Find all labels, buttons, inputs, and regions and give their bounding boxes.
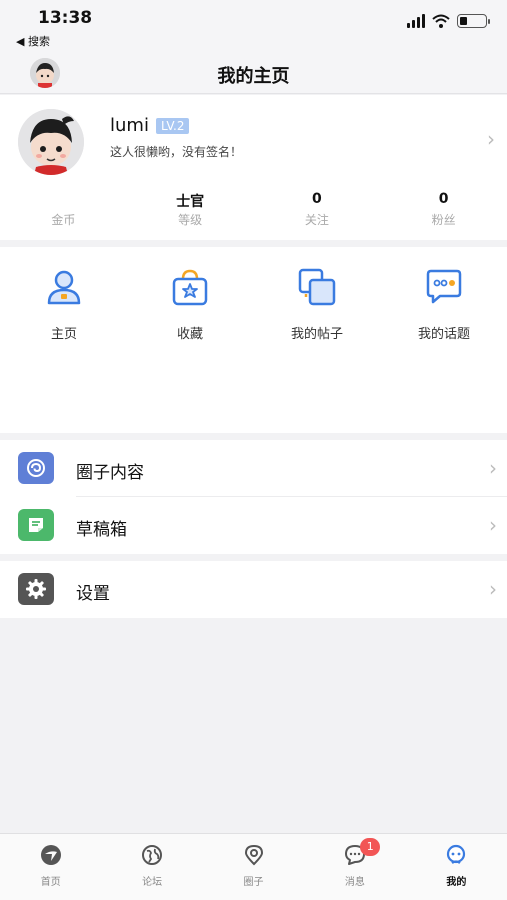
quick-label: 主页 — [50, 327, 77, 342]
menu-item-circle-content[interactable]: 圈子内容 › — [0, 440, 507, 497]
globe-icon — [142, 845, 163, 865]
gear-icon — [18, 573, 54, 605]
tab-label: 圈子 — [243, 877, 264, 888]
profile-card[interactable]: lumi LV.2 这人很懒哟，没有签名！ › 金币 士官 等级 0 关注 0 … — [0, 95, 507, 240]
tab-label: 我的 — [446, 877, 467, 888]
quick-label: 收藏 — [176, 327, 203, 342]
page-title: 我的主页 — [217, 66, 290, 87]
chevron-right-icon: › — [489, 577, 497, 601]
tab-label: 消息 — [344, 877, 365, 888]
status-time: 13:38 — [38, 8, 93, 28]
tab-forum[interactable]: 论坛 — [101, 834, 202, 900]
menu-label: 设置 — [76, 584, 110, 604]
stat-followers[interactable]: 0 粉丝 — [380, 191, 507, 228]
stat-level[interactable]: 士官 等级 — [127, 191, 254, 228]
menu-group-content: 圈子内容 › 草稿箱 › — [0, 440, 507, 554]
chevron-right-icon: › — [487, 127, 495, 151]
quick-label: 我的话题 — [417, 327, 470, 342]
tab-me[interactable]: 我的 — [406, 834, 507, 900]
chevron-right-icon: › — [489, 456, 497, 480]
signal-icon — [407, 14, 425, 28]
stat-label: 粉丝 — [431, 213, 456, 227]
stat-following[interactable]: 0 关注 — [254, 191, 381, 228]
quick-my-topics-button[interactable]: 我的话题 — [394, 267, 494, 342]
profile-stats: 金币 士官 等级 0 关注 0 粉丝 — [0, 191, 507, 228]
me-icon — [447, 844, 466, 864]
menu-label: 草稿箱 — [76, 520, 127, 540]
chevron-right-icon: › — [489, 513, 497, 537]
status-bar: 13:38 ◀ 搜索 — [0, 0, 507, 52]
menu-group-settings: 设置 › — [0, 561, 507, 618]
back-to-app-link[interactable]: ◀ 搜索 — [16, 33, 50, 49]
location-pin-icon — [244, 844, 263, 866]
tab-label: 论坛 — [142, 877, 163, 888]
menu-label: 圈子内容 — [76, 463, 144, 483]
wifi-icon — [432, 14, 450, 28]
stat-label: 金币 — [51, 213, 76, 227]
username: lumi — [110, 115, 149, 136]
home-logo-icon — [40, 845, 61, 865]
quick-home-button[interactable]: 主页 — [14, 267, 114, 342]
battery-icon — [457, 14, 490, 28]
stat-value: 0 — [438, 191, 449, 207]
level-badge: LV.2 — [156, 118, 190, 134]
draft-note-icon — [18, 509, 54, 541]
quick-favorites-button[interactable]: 收藏 — [140, 267, 240, 342]
quick-my-posts-button[interactable]: 我的帖子 — [267, 267, 367, 342]
person-icon — [47, 270, 81, 305]
stat-coins[interactable]: 金币 — [0, 191, 127, 228]
user-signature: 这人很懒哟，没有签名！ — [110, 145, 243, 159]
stat-value: 士官 — [176, 194, 205, 210]
tab-circle[interactable]: 圈子 — [203, 834, 304, 900]
tab-messages[interactable]: 消息 1 — [304, 834, 405, 900]
chat-bubble-icon — [426, 269, 462, 304]
stat-value: 0 — [312, 191, 322, 207]
status-icons — [407, 14, 490, 28]
quick-actions: 主页 收藏 我的帖子 我的话题 — [0, 247, 507, 433]
tab-label: 首页 — [40, 877, 61, 888]
unread-badge: 1 — [360, 838, 381, 856]
quick-label: 我的帖子 — [290, 327, 343, 342]
tab-bar: 首页 论坛 圈子 消息 1 我的 — [0, 833, 507, 900]
tab-home[interactable]: 首页 — [0, 834, 101, 900]
avatar-illustration-icon — [18, 109, 84, 175]
menu-item-settings[interactable]: 设置 › — [0, 561, 507, 618]
stat-label: 等级 — [178, 213, 203, 227]
stat-value — [0, 191, 127, 209]
posts-icon — [298, 268, 336, 306]
menu-item-drafts[interactable]: 草稿箱 › — [0, 497, 507, 554]
stat-label: 关注 — [304, 213, 329, 227]
battery-fill — [460, 17, 467, 25]
circle-swirl-icon — [18, 452, 54, 484]
profile-avatar[interactable] — [18, 109, 84, 175]
nav-bar: 我的主页 — [0, 52, 507, 94]
bag-star-icon — [172, 269, 208, 306]
